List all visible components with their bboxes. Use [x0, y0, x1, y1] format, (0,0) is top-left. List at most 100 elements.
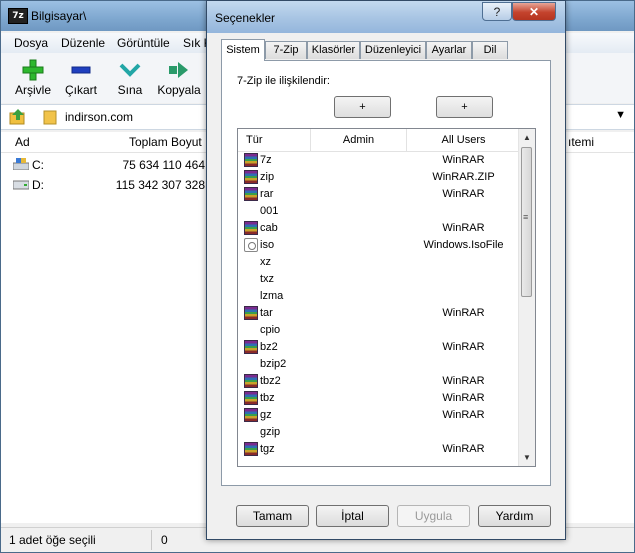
drive-c-name: C: [32, 158, 44, 172]
tab-dil[interactable]: Dil [472, 41, 508, 59]
column-all-users[interactable]: All Users [407, 129, 520, 151]
association-row[interactable]: 001 [238, 203, 520, 220]
association-list-header: Tür Admin All Users [238, 129, 520, 152]
help-button[interactable]: Yardım [478, 505, 551, 527]
system-tab-panel: 7-Zip ile ilişkilendir: + + Tür Admin Al… [221, 60, 551, 486]
all-users-handler: WinRAR [442, 188, 485, 200]
extract-icon [71, 66, 91, 74]
column-admin[interactable]: Admin [311, 129, 407, 151]
winrar-archive-icon [244, 340, 258, 354]
address-path[interactable]: indirson.com [65, 110, 133, 124]
extension-label: lzma [260, 290, 284, 302]
all-users-handler: WinRAR [442, 443, 485, 455]
copy-icon [169, 62, 188, 78]
association-row[interactable]: lzma [238, 288, 520, 305]
drive-c-icon [13, 158, 29, 170]
dialog-title-bar[interactable]: Seçenekler ? ✕ [207, 1, 565, 33]
all-users-handler: WinRAR [442, 307, 485, 319]
association-row[interactable]: tbz2 WinRAR [238, 373, 520, 390]
options-dialog: Seçenekler ? ✕ Sistem 7-Zip Klasörler Dü… [206, 0, 566, 540]
association-row[interactable]: rar WinRAR [238, 186, 520, 203]
copy-button[interactable]: Kopyala [155, 57, 203, 97]
test-button-label: Sına [117, 83, 143, 97]
test-button[interactable]: Sına [106, 57, 154, 97]
all-users-handler: WinRAR [442, 154, 485, 166]
close-icon[interactable]: ✕ [512, 2, 556, 21]
up-folder-icon[interactable] [9, 109, 27, 125]
extension-label: cpio [260, 324, 281, 336]
drive-d-size: 115 342 307 328 [115, 178, 205, 192]
association-row[interactable]: tar WinRAR [238, 305, 520, 322]
drive-d-name: D: [32, 178, 44, 192]
associate-all-users-button[interactable]: + [436, 96, 493, 118]
help-icon[interactable]: ? [482, 2, 512, 21]
drive-row-c[interactable]: C: 75 634 110 464 [1, 156, 211, 174]
winrar-archive-icon [244, 221, 258, 235]
column-type[interactable]: Tür [238, 129, 311, 151]
chevron-down-icon[interactable]: ▼ [615, 109, 626, 121]
column-total-size[interactable]: Toplam Boyut [129, 135, 202, 149]
association-row[interactable]: gzip [238, 424, 520, 441]
winrar-archive-icon [244, 374, 258, 388]
scrollbar[interactable]: ▲ ▼ [518, 129, 535, 466]
tab-ayarlar[interactable]: Ayarlar [426, 41, 472, 59]
extension-label: bzip2 [260, 358, 287, 370]
column-name[interactable]: Ad [15, 135, 30, 149]
scrollbar-thumb[interactable] [521, 147, 532, 297]
drive-row-d[interactable]: D: 115 342 307 328 [1, 176, 211, 194]
scroll-down-icon[interactable]: ▼ [519, 449, 535, 466]
association-row[interactable]: txz [238, 271, 520, 288]
column-item[interactable]: ıtemi [568, 135, 594, 149]
extension-label: 7z [260, 154, 272, 166]
associate-label: 7-Zip ile ilişkilendir: [237, 75, 330, 87]
all-users-handler: WinRAR [442, 375, 485, 387]
drive-d-icon [13, 180, 29, 190]
winrar-archive-icon [244, 306, 258, 320]
association-list[interactable]: Tür Admin All Users 7z WinRAR zip WinRAR.ZI… [237, 128, 536, 467]
scroll-up-icon[interactable]: ▲ [519, 129, 535, 146]
association-row[interactable]: tgz WinRAR [238, 441, 520, 458]
association-row[interactable]: zip WinRAR.ZIP [238, 169, 520, 186]
association-row[interactable]: gz WinRAR [238, 407, 520, 424]
add-button-label: Arşivle [14, 83, 51, 97]
main-window-title: Bilgisayar\ [31, 9, 87, 23]
tab-sistem[interactable]: Sistem [221, 39, 265, 61]
extension-label: bz2 [260, 341, 278, 353]
cancel-button[interactable]: İptal [316, 505, 389, 527]
tab-klasorler[interactable]: Klasörler [307, 41, 360, 59]
extension-label: gz [260, 409, 272, 421]
association-row[interactable]: cpio [238, 322, 520, 339]
extension-label: tgz [260, 443, 275, 455]
all-users-handler: WinRAR [442, 409, 485, 421]
winrar-archive-icon [244, 153, 258, 167]
extension-label: 001 [260, 205, 279, 217]
extension-label: zip [260, 171, 275, 183]
menu-goruntule[interactable]: Görüntüle [117, 36, 170, 50]
association-row[interactable]: 7z WinRAR [238, 152, 520, 169]
association-row[interactable]: bzip2 [238, 356, 520, 373]
tab-7zip[interactable]: 7-Zip [265, 41, 307, 59]
extension-label: xz [260, 256, 271, 268]
winrar-archive-icon [244, 170, 258, 184]
copy-button-label: Kopyala [157, 83, 201, 97]
association-row[interactable]: tbz WinRAR [238, 390, 520, 407]
extract-button[interactable]: Çıkart [57, 57, 105, 97]
extension-label: iso [260, 239, 275, 251]
add-button[interactable]: Arşivle [9, 57, 57, 97]
status-separator [151, 530, 152, 550]
association-row[interactable]: bz2 WinRAR [238, 339, 520, 356]
association-row[interactable]: cab WinRAR [238, 220, 520, 237]
association-rows: 7z WinRAR zip WinRAR.ZIP rar WinRAR 001 cab WinR… [238, 152, 520, 458]
drive-c-size: 75 634 110 464 [122, 158, 205, 172]
status-selection: 1 adet öğe seçili [9, 533, 96, 547]
ok-button[interactable]: Tamam [236, 505, 309, 527]
tab-duzenleyici[interactable]: Düzenleyici [360, 41, 426, 59]
all-users-handler: Windows.IsoFile [423, 239, 504, 251]
apply-button[interactable]: Uygula [397, 505, 470, 527]
associate-admin-button[interactable]: + [334, 96, 391, 118]
association-row[interactable]: xz [238, 254, 520, 271]
menu-dosya[interactable]: Dosya [14, 36, 48, 50]
association-row[interactable]: iso Windows.IsoFile [238, 237, 520, 254]
menu-duzenle[interactable]: Düzenle [61, 36, 105, 50]
extract-button-label: Çıkart [64, 83, 97, 97]
